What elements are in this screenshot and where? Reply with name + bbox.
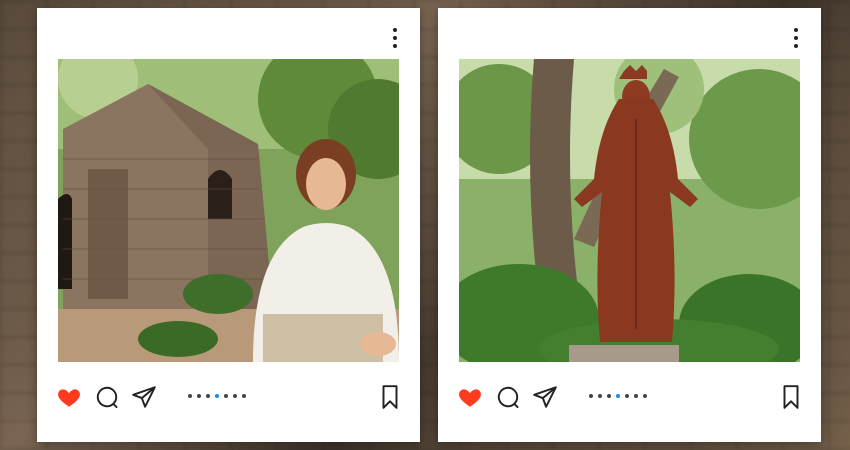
carousel-indicator <box>589 394 647 398</box>
share-icon[interactable] <box>532 384 558 410</box>
more-options-icon[interactable] <box>392 28 398 48</box>
post-actions <box>58 384 399 410</box>
heart-icon[interactable] <box>457 384 483 410</box>
heart-icon[interactable] <box>56 384 82 410</box>
carousel-indicator <box>188 394 246 398</box>
post-photo[interactable] <box>459 59 800 362</box>
comment-icon[interactable] <box>495 384 521 410</box>
post-actions <box>459 384 800 410</box>
post-card-1 <box>37 8 420 442</box>
more-options-icon[interactable] <box>793 28 799 48</box>
post-photo[interactable] <box>58 59 399 362</box>
post-card-2 <box>438 8 821 442</box>
comment-icon[interactable] <box>94 384 120 410</box>
bookmark-icon[interactable] <box>778 384 804 410</box>
share-icon[interactable] <box>131 384 157 410</box>
bookmark-icon[interactable] <box>377 384 403 410</box>
